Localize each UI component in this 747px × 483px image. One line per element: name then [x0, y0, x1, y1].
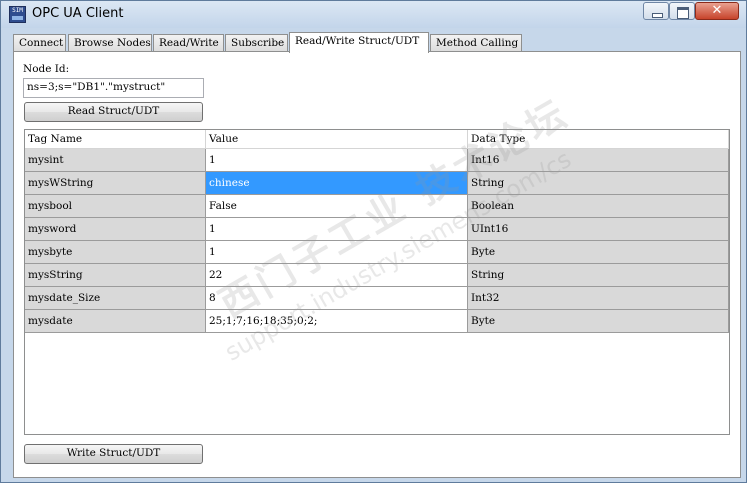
- tab-subscribe[interactable]: Subscribe: [225, 34, 288, 52]
- value-cell[interactable]: 8: [206, 287, 468, 310]
- column-header-value[interactable]: Value: [206, 130, 468, 149]
- data-type-cell: Byte: [468, 241, 729, 264]
- data-type-cell: Byte: [468, 310, 729, 333]
- tab-read-write-struct-udt[interactable]: Read/Write Struct/UDT: [289, 32, 429, 53]
- tab-method-calling[interactable]: Method Calling: [430, 34, 522, 52]
- data-type-cell: Int16: [468, 149, 729, 172]
- data-type-cell: Boolean: [468, 195, 729, 218]
- tag-name-cell: mysbyte: [25, 241, 206, 264]
- tab-connect[interactable]: Connect: [13, 34, 66, 52]
- title-bar[interactable]: SIM OPC UA Client ✕: [1, 1, 746, 28]
- table-row[interactable]: mysdate 25;1;7;16;18;35;0;2; Byte: [25, 310, 729, 333]
- value-cell[interactable]: 1: [206, 218, 468, 241]
- value-cell[interactable]: 1: [206, 149, 468, 172]
- table-row[interactable]: mysint 1 Int16: [25, 149, 729, 172]
- value-cell[interactable]: 1: [206, 241, 468, 264]
- tag-name-cell: mysdate_Size: [25, 287, 206, 310]
- app-logo-icon: SIM: [9, 6, 26, 23]
- tab-read-write[interactable]: Read/Write: [153, 34, 224, 52]
- node-id-input[interactable]: ns=3;s="DB1"."mystruct": [23, 78, 204, 98]
- table-row[interactable]: mysbool False Boolean: [25, 195, 729, 218]
- maximize-button[interactable]: [669, 2, 695, 20]
- close-button[interactable]: ✕: [695, 2, 739, 20]
- tag-name-cell: mysbool: [25, 195, 206, 218]
- table-row[interactable]: mysWString chinese String: [25, 172, 729, 195]
- minimize-button[interactable]: [643, 2, 669, 20]
- table-row[interactable]: mysbyte 1 Byte: [25, 241, 729, 264]
- app-icon-text: SIM: [12, 7, 23, 14]
- data-type-cell: String: [468, 264, 729, 287]
- node-id-label: Node Id:: [23, 63, 70, 75]
- table-row[interactable]: mysword 1 UInt16: [25, 218, 729, 241]
- data-type-cell: UInt16: [468, 218, 729, 241]
- tag-name-cell: mysString: [25, 264, 206, 287]
- value-cell[interactable]: 25;1;7;16;18;35;0;2;: [206, 310, 468, 333]
- value-cell-selected[interactable]: chinese: [206, 172, 468, 195]
- data-type-cell: String: [468, 172, 729, 195]
- table-row[interactable]: mysdate_Size 8 Int32: [25, 287, 729, 310]
- column-header-tag-name[interactable]: Tag Name: [25, 130, 206, 149]
- struct-data-grid[interactable]: Tag Name Value Data Type mysint 1 Int16 …: [24, 129, 730, 435]
- maximize-icon: [677, 7, 689, 19]
- read-struct-udt-button[interactable]: Read Struct/UDT: [24, 102, 203, 122]
- window-title: OPC UA Client: [32, 6, 124, 21]
- minimize-icon: [652, 13, 663, 18]
- table-row[interactable]: mysString 22 String: [25, 264, 729, 287]
- data-type-cell: Int32: [468, 287, 729, 310]
- close-icon: ✕: [711, 3, 723, 18]
- column-header-data-type[interactable]: Data Type: [468, 130, 729, 149]
- tab-browse-nodes[interactable]: Browse Nodes: [68, 34, 152, 52]
- tag-name-cell: mysint: [25, 149, 206, 172]
- value-cell[interactable]: False: [206, 195, 468, 218]
- write-struct-udt-button[interactable]: Write Struct/UDT: [24, 444, 203, 464]
- value-cell[interactable]: 22: [206, 264, 468, 287]
- app-window: SIM OPC UA Client ✕ Connect Browse Nodes…: [0, 0, 747, 483]
- tag-name-cell: mysWString: [25, 172, 206, 195]
- tag-name-cell: mysdate: [25, 310, 206, 333]
- tag-name-cell: mysword: [25, 218, 206, 241]
